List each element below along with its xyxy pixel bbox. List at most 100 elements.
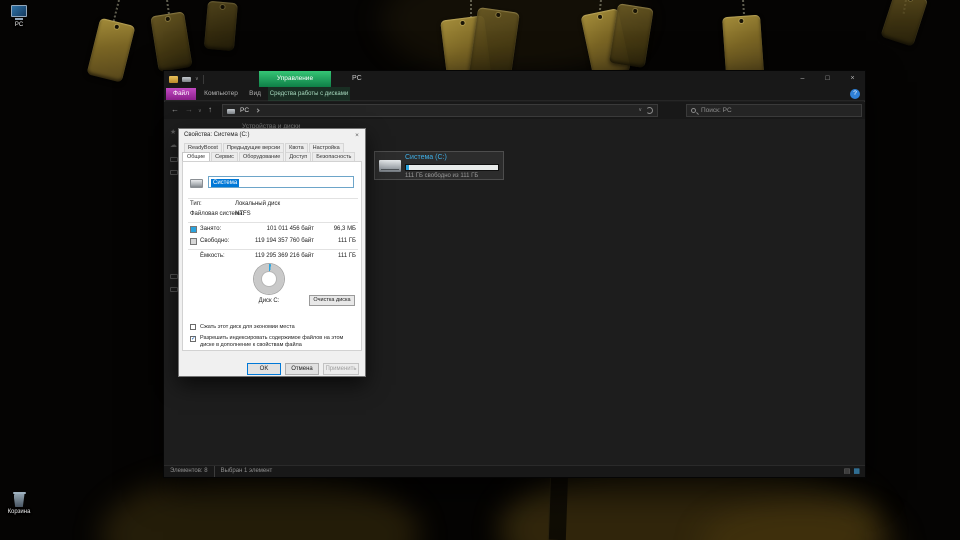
- cancel-button[interactable]: Отмена: [285, 363, 319, 375]
- tab-sharing[interactable]: Доступ: [285, 152, 312, 161]
- statusbar-text: Элементов: 8 Выбран 1 элемент: [170, 466, 272, 477]
- tab-manage[interactable]: Управление: [259, 71, 331, 87]
- search-input[interactable]: Поиск: PC: [686, 104, 862, 117]
- used-space-size: 96,3 МБ: [333, 226, 356, 232]
- refresh-icon[interactable]: [646, 107, 653, 114]
- explorer-app-icon: [169, 76, 178, 83]
- drive-toolbar-icon[interactable]: [182, 77, 191, 82]
- details-view-icon[interactable]: ▤: [844, 467, 851, 477]
- disk-properties-dialog: Свойства: Система (C:) × ReadyBoost Преды…: [178, 128, 366, 377]
- this-pc-icon[interactable]: [170, 157, 178, 162]
- type-value: Локальный диск: [235, 201, 281, 207]
- view-toggles: ▤ ▦: [844, 467, 860, 477]
- back-icon[interactable]: ←: [171, 105, 179, 114]
- tab-customize[interactable]: Настройка: [308, 143, 344, 152]
- network-icon[interactable]: [170, 170, 178, 175]
- tab-previous-versions[interactable]: Предыдущие версии: [222, 143, 285, 152]
- tab-view[interactable]: Вид: [244, 87, 266, 101]
- dog-tag-decoration: [150, 11, 193, 72]
- items-count: Элементов: 8: [170, 468, 208, 474]
- address-field[interactable]: PC ∨: [222, 104, 658, 117]
- used-space-swatch-icon: [190, 226, 197, 233]
- dialog-close-icon[interactable]: ×: [349, 129, 365, 142]
- tab-readyboost[interactable]: ReadyBoost: [184, 143, 222, 152]
- dog-tag-decoration: [880, 0, 929, 47]
- dialog-title: Свойства: Система (C:): [184, 132, 250, 138]
- minimize-button[interactable]: –: [790, 71, 815, 87]
- dialog-tabs-row-1: ReadyBoost Предыдущие версии Квота Настройк…: [184, 143, 345, 152]
- filesystem-row: Файловая система: NTFS: [183, 211, 361, 219]
- tab-tools[interactable]: Сервис: [211, 152, 238, 161]
- type-label: Тип:: [190, 201, 202, 207]
- explorer-titlebar[interactable]: ∨ Управление PC – □ ×: [164, 71, 865, 87]
- drive-usage-bar: [405, 164, 499, 171]
- dog-tag-decoration: [86, 17, 136, 83]
- free-space-size: 111 ГБ: [338, 238, 356, 244]
- tab-drive-tools[interactable]: Средства работы с дисками: [268, 87, 350, 101]
- address-dropdown-icon[interactable]: ∨: [638, 105, 642, 116]
- recycle-bin-icon: [13, 494, 25, 507]
- separator: [188, 249, 358, 250]
- up-icon[interactable]: ↑: [208, 105, 212, 114]
- breadcrumb-chevron-icon[interactable]: [255, 108, 260, 113]
- onedrive-cloud-icon[interactable]: ☁: [170, 142, 177, 150]
- tab-computer[interactable]: Компьютер: [200, 87, 242, 101]
- toolbar-separator: [202, 75, 204, 84]
- free-space-swatch-icon: [190, 238, 197, 245]
- quick-access-star-icon[interactable]: ★: [170, 129, 176, 137]
- compress-checkbox[interactable]: [190, 324, 196, 330]
- dog-tag-decoration: [608, 3, 654, 69]
- ok-button[interactable]: OK: [247, 363, 281, 375]
- search-icon: [691, 108, 696, 113]
- file-menu-button[interactable]: Файл: [166, 88, 196, 100]
- index-checkbox[interactable]: ✓: [190, 336, 196, 342]
- general-tab-panel: Система Тип: Локальный диск Файловая сис…: [182, 161, 362, 351]
- tab-quota[interactable]: Квота: [285, 143, 308, 152]
- pc-icon-stand: [15, 18, 23, 20]
- nav-drive-icon[interactable]: [170, 287, 178, 292]
- breadcrumb[interactable]: PC: [240, 105, 249, 116]
- capacity-row: Ёмкость: 119 295 369 216 байт 111 ГБ: [183, 253, 361, 261]
- compress-checkbox-label[interactable]: Сжать этот диск для экономии места: [200, 324, 358, 331]
- free-space-bytes: 119 194 357 760 байт: [254, 238, 314, 244]
- desktop-icon-pc[interactable]: PC: [2, 5, 36, 28]
- tab-security[interactable]: Безопасность: [312, 152, 356, 161]
- drive-label-selected-text: Система: [211, 179, 240, 187]
- help-icon[interactable]: ?: [850, 89, 860, 99]
- large-icons-view-icon[interactable]: ▦: [853, 467, 860, 477]
- dog-tag-decoration: [203, 0, 238, 52]
- desktop-icon-label: Корзина: [7, 509, 31, 515]
- index-checkbox-label[interactable]: Разрешить индексировать содержимое файло…: [200, 335, 356, 348]
- used-space-label: Занято:: [200, 226, 222, 232]
- free-space-label: Свободно:: [200, 238, 230, 244]
- explorer-addressbar: ← → ∨ ↑ PC ∨ Поиск: PC: [164, 102, 865, 119]
- window-controls: – □ ×: [790, 71, 865, 87]
- desktop-icon-label: PC: [14, 22, 24, 28]
- wallpaper-glow: [100, 470, 420, 540]
- selection-count: Выбран 1 элемент: [213, 466, 272, 477]
- drive-name: Система (C:): [405, 154, 447, 161]
- chevron-down-icon[interactable]: ∨: [195, 76, 199, 83]
- disk-cleanup-button[interactable]: Очистка диска: [309, 295, 355, 306]
- tab-hardware[interactable]: Оборудование: [238, 152, 285, 161]
- drive-item-system-c[interactable]: Система (C:) 111 ГБ свободно из 111 ГБ: [374, 151, 504, 180]
- capacity-size: 111 ГБ: [338, 253, 356, 259]
- capacity-label: Ёмкость:: [200, 253, 225, 259]
- ribbon-tab-bar: Файл Компьютер Вид Средства работы с дис…: [164, 87, 865, 101]
- close-button[interactable]: ×: [840, 71, 865, 87]
- desktop-icon-recycle-bin[interactable]: Корзина: [2, 492, 36, 515]
- separator: [188, 198, 358, 199]
- drive-label-input[interactable]: Система: [208, 176, 354, 188]
- forward-icon[interactable]: →: [185, 105, 193, 114]
- explorer-statusbar: Элементов: 8 Выбран 1 элемент ▤ ▦: [164, 465, 865, 477]
- nav-drive-icon[interactable]: [170, 274, 178, 279]
- apply-button[interactable]: Применить: [323, 363, 359, 375]
- desktop: PC Корзина ∨ Управление PC – □ × Файл Ко…: [0, 0, 960, 540]
- recent-locations-chevron-icon[interactable]: ∨: [198, 108, 202, 114]
- maximize-button[interactable]: □: [815, 71, 840, 87]
- filesystem-value: NTFS: [235, 211, 251, 217]
- pc-icon: [11, 5, 27, 17]
- drive-free-space-text: 111 ГБ свободно из 111 ГБ: [405, 173, 479, 179]
- drive-icon: [190, 179, 203, 188]
- capacity-bytes: 119 295 369 216 байт: [254, 253, 314, 259]
